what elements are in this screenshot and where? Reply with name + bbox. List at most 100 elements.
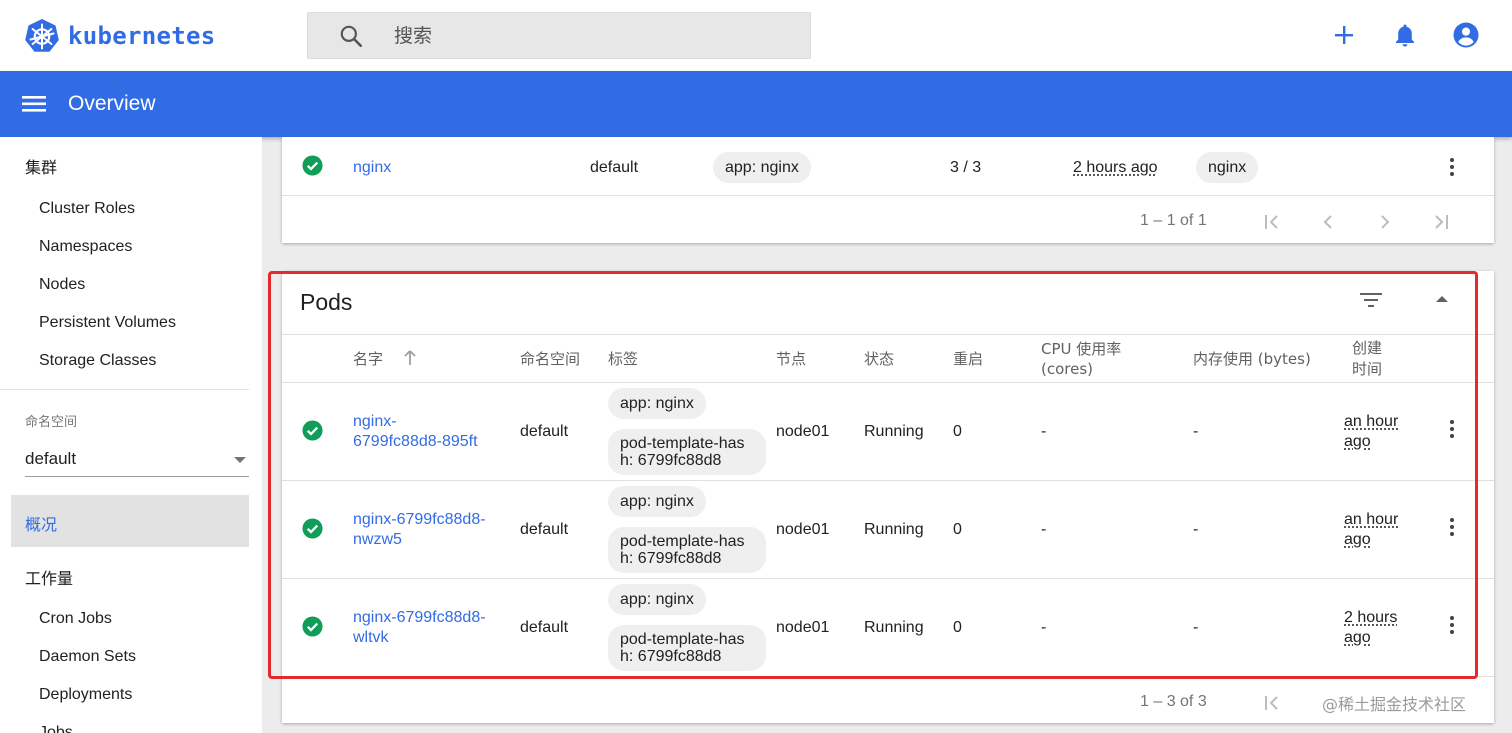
image-chip: nginx — [1196, 152, 1259, 183]
nav-item-cron-jobs[interactable]: Cron Jobs — [39, 610, 112, 628]
column-header-node: 节点 — [776, 350, 807, 368]
app-name: kubernetes — [68, 22, 216, 50]
nav-item-cluster-roles[interactable]: Cluster Roles — [39, 200, 135, 218]
column-header-cpu: CPU 使用率 — [1041, 340, 1122, 358]
collapse-icon[interactable] — [1435, 294, 1449, 304]
pod-age[interactable]: an hour — [1344, 511, 1398, 529]
pagination-range: 1 – 1 of 1 — [1140, 212, 1207, 229]
pod-memory: - — [1193, 423, 1199, 440]
pod-namespace: default — [520, 423, 569, 440]
column-header-memory: 内存使用 (bytes) — [1193, 350, 1311, 368]
deployment-namespace: default — [590, 159, 639, 176]
label-chip-template: pod-template-has h: 6799fc88d8 — [608, 429, 766, 475]
label-chip: app: nginx — [608, 584, 706, 615]
pod-node: node01 — [776, 521, 830, 538]
namespace-select[interactable]: default — [25, 443, 249, 477]
pod-name-link-2[interactable]: wltvk — [353, 629, 389, 647]
last-page-icon[interactable] — [1430, 210, 1454, 234]
more-vert-icon[interactable] — [1449, 518, 1455, 538]
create-button[interactable] — [1329, 17, 1359, 53]
label-chip: app: nginx — [608, 388, 706, 419]
status-ok-icon — [302, 420, 323, 441]
nav-item-daemon-sets[interactable]: Daemon Sets — [39, 648, 136, 666]
pod-age[interactable]: an hour — [1344, 413, 1398, 431]
page-header: Overview — [0, 71, 1512, 137]
next-page-icon[interactable] — [1373, 210, 1397, 234]
column-header-restarts: 重启 — [953, 350, 984, 368]
pod-age-2[interactable]: ago — [1344, 531, 1371, 549]
pod-restarts: 0 — [953, 619, 962, 636]
pagination-range: 1 – 3 of 3 — [1140, 693, 1207, 710]
nav-item-storage-classes[interactable]: Storage Classes — [39, 352, 156, 370]
nav-item-persistent-volumes[interactable]: Persistent Volumes — [39, 314, 176, 332]
label-chip: app: nginx — [713, 152, 811, 183]
table-row: nginx-6799fc88d8- wltvk default app: ngi… — [282, 579, 1494, 676]
header-divider — [282, 334, 1494, 335]
pod-name-link[interactable]: nginx-6799fc88d8- — [353, 511, 486, 529]
first-page-icon[interactable] — [1259, 691, 1283, 715]
top-actions — [1329, 17, 1512, 53]
sort-arrow-up-icon[interactable] — [403, 350, 417, 366]
dropdown-caret-icon — [234, 457, 246, 463]
page-title: Overview — [68, 92, 156, 115]
pod-age-2[interactable]: ago — [1344, 629, 1371, 647]
more-vert-icon[interactable] — [1449, 616, 1455, 636]
nav-section-workloads[interactable]: 工作量 — [25, 565, 73, 589]
pod-cpu: - — [1041, 619, 1047, 636]
watermark: @稀土掘金技术社区 — [1322, 695, 1467, 714]
nav-item-nodes[interactable]: Nodes — [39, 276, 85, 294]
pod-status: Running — [864, 619, 924, 636]
label-chip-line: pod-template-has — [620, 533, 745, 550]
column-header-namespace: 命名空间 — [520, 350, 581, 368]
row-divider — [282, 676, 1494, 677]
search-icon — [340, 25, 363, 48]
pod-cpu: - — [1041, 423, 1047, 440]
status-ok-icon — [302, 155, 323, 176]
previous-page-icon[interactable] — [1316, 210, 1340, 234]
bell-icon — [1396, 24, 1414, 47]
kubernetes-logo[interactable]: kubernetes — [24, 18, 216, 54]
label-chip-template: pod-template-has h: 6799fc88d8 — [608, 625, 766, 671]
deployment-name-link[interactable]: nginx — [353, 159, 391, 177]
label-chip: app: nginx — [608, 486, 706, 517]
pod-memory: - — [1193, 521, 1199, 538]
search-input[interactable] — [394, 13, 794, 58]
pod-name-link[interactable]: nginx- — [353, 413, 397, 431]
label-chip-line: h: 6799fc88d8 — [620, 648, 722, 665]
nav-item-jobs[interactable]: Jobs — [39, 724, 73, 733]
label-chip-line: h: 6799fc88d8 — [620, 452, 722, 469]
first-page-icon[interactable] — [1259, 210, 1283, 234]
search-box[interactable] — [307, 12, 811, 59]
column-header-status: 状态 — [864, 350, 895, 368]
more-vert-icon[interactable] — [1449, 158, 1455, 178]
namespace-label: 命名空间 — [25, 415, 78, 430]
pod-node: node01 — [776, 619, 830, 636]
kubernetes-helm-icon — [25, 19, 59, 52]
notifications-button[interactable] — [1390, 17, 1420, 53]
account-button[interactable] — [1451, 17, 1481, 53]
pod-name-link[interactable]: nginx-6799fc88d8- — [353, 609, 486, 627]
nav-item-overview[interactable]: 概况 — [11, 495, 249, 547]
pod-name-link-2[interactable]: 6799fc88d8-895ft — [353, 433, 478, 451]
nav-item-namespaces[interactable]: Namespaces — [39, 238, 132, 256]
plus-icon — [1335, 26, 1353, 44]
column-header-name[interactable]: 名字 — [353, 349, 383, 369]
pod-status: Running — [864, 423, 924, 440]
hamburger-menu-icon[interactable] — [22, 93, 48, 115]
column-header-created-2: 时间 — [1352, 360, 1383, 378]
more-vert-icon[interactable] — [1449, 420, 1455, 440]
pod-name-link-2[interactable]: nwzw5 — [353, 531, 402, 549]
nav-section-cluster[interactable]: 集群 — [25, 154, 57, 178]
nav-divider — [0, 389, 249, 390]
nav-item-deployments[interactable]: Deployments — [39, 686, 132, 704]
column-header-labels: 标签 — [608, 350, 639, 368]
row-divider — [282, 195, 1494, 196]
pod-age[interactable]: 2 hours — [1344, 609, 1397, 627]
account-icon — [1453, 22, 1479, 48]
deployments-card: nginx default app: nginx 3 / 3 2 hours a… — [282, 137, 1494, 243]
column-header-created: 创建 — [1352, 339, 1383, 357]
table-row: nginx-6799fc88d8- nwzw5 default app: ngi… — [282, 481, 1494, 578]
deployment-age[interactable]: 2 hours ago — [1073, 159, 1158, 177]
pod-age-2[interactable]: ago — [1344, 433, 1371, 451]
filter-list-icon[interactable] — [1359, 290, 1383, 310]
